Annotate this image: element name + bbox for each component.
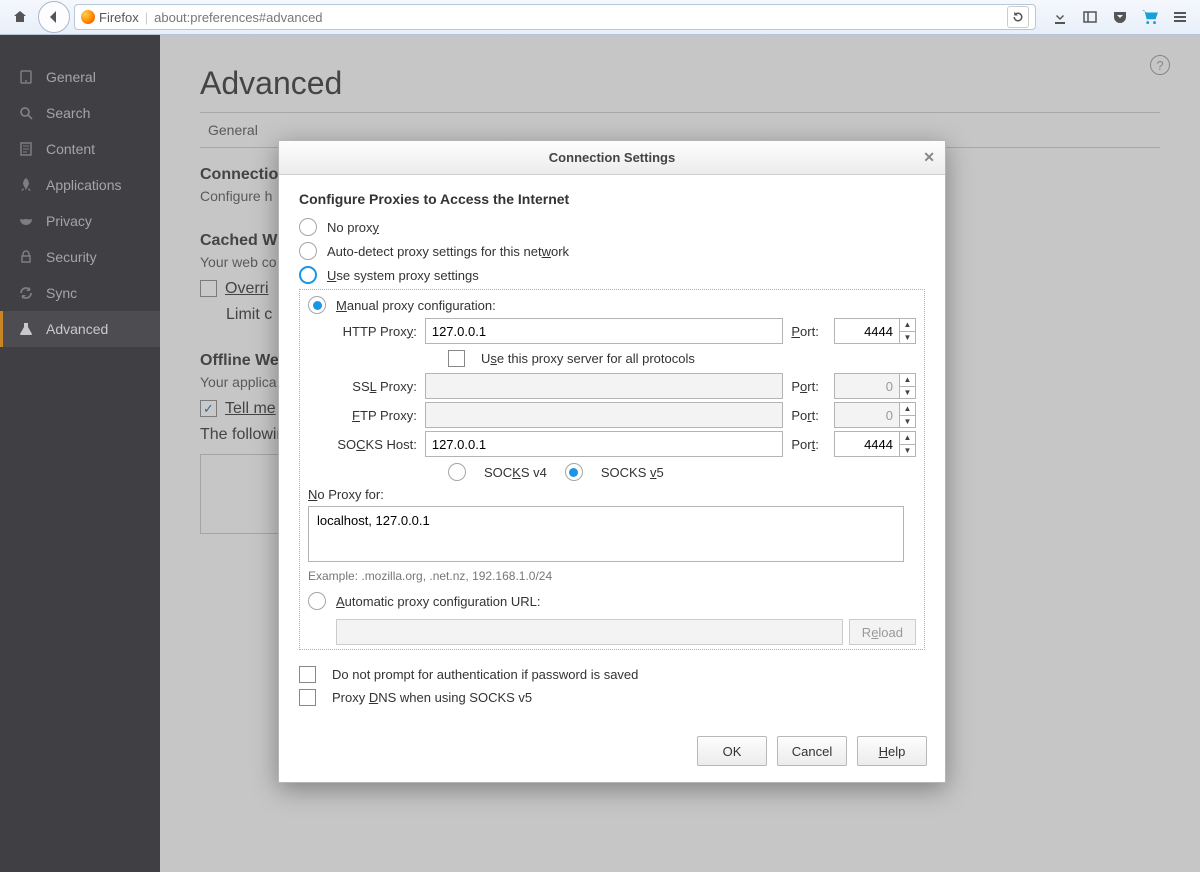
- ssl-proxy-label: SSL Proxy:: [336, 379, 417, 394]
- dialog-titlebar: Connection Settings ✕: [279, 141, 945, 175]
- back-button[interactable]: [38, 1, 70, 33]
- socks-host-label: SOCKS Host:: [336, 437, 417, 452]
- sidebar-button[interactable]: [1076, 3, 1104, 31]
- cart-icon: [1141, 8, 1159, 26]
- socks-v5-label: SOCKS v5: [601, 465, 664, 480]
- ftp-proxy-input[interactable]: [425, 402, 784, 428]
- radio-manual-proxy-label: Manual proxy configuration:: [336, 298, 496, 313]
- no-proxy-textarea[interactable]: [308, 506, 904, 562]
- dialog-heading: Configure Proxies to Access the Internet: [299, 191, 925, 207]
- dialog-footer: OK Cancel Help: [279, 726, 945, 782]
- http-proxy-input[interactable]: [425, 318, 784, 344]
- socks-port-spinner[interactable]: ▲▼: [900, 431, 916, 457]
- help-button[interactable]: Help: [857, 736, 927, 766]
- panel-icon: [1082, 9, 1098, 25]
- ftp-port-input[interactable]: [834, 402, 900, 428]
- ftp-port-spinner[interactable]: ▲▼: [900, 402, 916, 428]
- socks-v4-label: SOCKS v4: [484, 465, 547, 480]
- no-auth-prompt-checkbox[interactable]: [299, 666, 316, 683]
- radio-system-proxy[interactable]: [299, 266, 317, 284]
- http-port-label: Port:: [791, 324, 826, 339]
- radio-auto-url[interactable]: [308, 592, 326, 610]
- dialog-close-button[interactable]: ✕: [923, 149, 935, 166]
- downloads-button[interactable]: [1046, 3, 1074, 31]
- url-text: about:preferences#advanced: [154, 10, 322, 25]
- home-button[interactable]: [6, 3, 34, 31]
- manual-proxy-group: Manual proxy configuration: HTTP Proxy: …: [299, 289, 925, 650]
- ftp-proxy-label: FTP Proxy:: [336, 408, 417, 423]
- dialog-title: Connection Settings: [549, 150, 675, 165]
- hamburger-icon: [1172, 9, 1188, 25]
- auto-url-input[interactable]: [336, 619, 843, 645]
- http-proxy-label: HTTP Proxy:: [336, 324, 417, 339]
- pocket-button[interactable]: [1106, 3, 1134, 31]
- use-all-protocols-checkbox[interactable]: [448, 350, 465, 367]
- arrow-left-icon: [46, 9, 62, 25]
- radio-manual-proxy[interactable]: [308, 296, 326, 314]
- radio-auto-detect[interactable]: [299, 242, 317, 260]
- radio-no-proxy-label: No proxy: [327, 220, 379, 235]
- radio-socks-v5[interactable]: [565, 463, 583, 481]
- ok-button[interactable]: OK: [697, 736, 767, 766]
- radio-no-proxy[interactable]: [299, 218, 317, 236]
- download-icon: [1052, 9, 1068, 25]
- identity-box[interactable]: Firefox: [81, 10, 139, 25]
- http-port-input[interactable]: [834, 318, 900, 344]
- radio-auto-url-label: Automatic proxy configuration URL:: [336, 594, 540, 609]
- use-all-protocols-label: Use this proxy server for all protocols: [481, 351, 695, 366]
- socks-host-input[interactable]: [425, 431, 784, 457]
- no-proxy-label: No Proxy for:: [308, 487, 916, 502]
- ssl-port-spinner[interactable]: ▲▼: [900, 373, 916, 399]
- ssl-port-label: Port:: [791, 379, 826, 394]
- proxy-dns-checkbox[interactable]: [299, 689, 316, 706]
- socks-port-input[interactable]: [834, 431, 900, 457]
- ssl-proxy-input[interactable]: [425, 373, 784, 399]
- home-icon: [12, 9, 28, 25]
- socks-port-label: Port:: [791, 437, 826, 452]
- menu-button[interactable]: [1166, 3, 1194, 31]
- cancel-button[interactable]: Cancel: [777, 736, 847, 766]
- radio-system-proxy-label: Use system proxy settings: [327, 268, 479, 283]
- radio-auto-detect-label: Auto-detect proxy settings for this netw…: [327, 244, 569, 259]
- reload-icon: [1012, 11, 1024, 23]
- pocket-icon: [1112, 9, 1128, 25]
- url-bar[interactable]: Firefox | about:preferences#advanced: [74, 4, 1036, 30]
- identity-label: Firefox: [99, 10, 139, 25]
- reload-button[interactable]: [1007, 6, 1029, 28]
- no-auth-prompt-label: Do not prompt for authentication if pass…: [332, 667, 638, 682]
- browser-toolbar: Firefox | about:preferences#advanced: [0, 0, 1200, 35]
- no-proxy-example: Example: .mozilla.org, .net.nz, 192.168.…: [308, 569, 916, 583]
- radio-socks-v4[interactable]: [448, 463, 466, 481]
- firefox-icon: [81, 10, 95, 24]
- cart-button[interactable]: [1136, 3, 1164, 31]
- reload-pac-button[interactable]: Reload: [849, 619, 916, 645]
- proxy-dns-label: Proxy DNS when using SOCKS v5: [332, 690, 532, 705]
- ftp-port-label: Port:: [791, 408, 826, 423]
- connection-settings-dialog: Connection Settings ✕ Configure Proxies …: [278, 140, 946, 783]
- http-port-spinner[interactable]: ▲▼: [900, 318, 916, 344]
- ssl-port-input[interactable]: [834, 373, 900, 399]
